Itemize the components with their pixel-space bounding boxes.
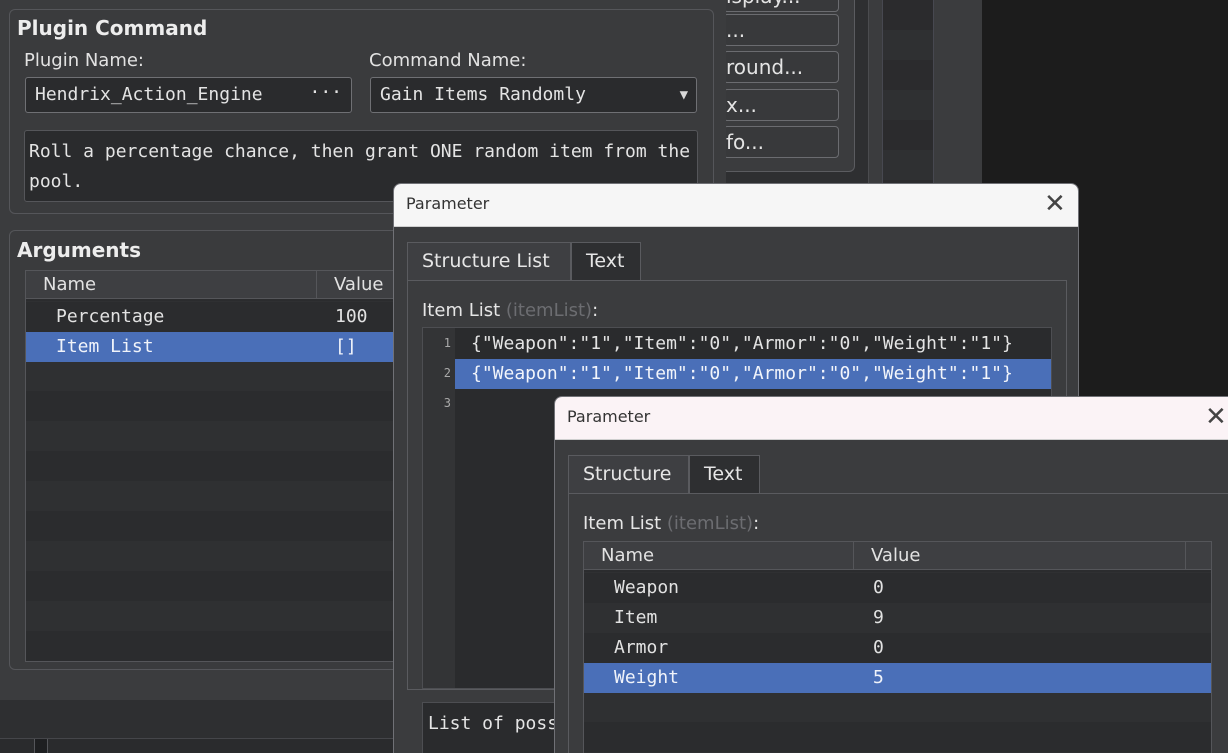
item-list-label: Item List (itemList): — [422, 300, 599, 321]
background-button-1[interactable]: ... — [723, 14, 839, 46]
tab-structure[interactable]: Structure — [568, 455, 689, 494]
column-header-name[interactable]: Name — [26, 271, 317, 299]
close-icon[interactable]: ✕ — [1044, 191, 1066, 217]
plugin-name-value: Hendrix_Action_Engine — [35, 84, 263, 105]
argument-value: [] — [335, 336, 357, 357]
column-header-spacer — [1186, 542, 1211, 570]
command-name-select[interactable]: Gain Items Randomly ▼ — [370, 77, 697, 113]
dialog2-title: Parameter — [567, 407, 651, 426]
browse-ellipsis-icon[interactable]: ··· — [309, 76, 342, 110]
plugin-name-field[interactable]: Hendrix_Action_Engine ··· — [25, 77, 352, 113]
dialog2-titlebar: Parameter ✕ — [555, 397, 1228, 440]
code-line-selected[interactable]: {"Weapon":"1","Item":"0","Armor":"0","We… — [455, 359, 1051, 389]
column-header-name[interactable]: Name — [584, 542, 854, 570]
plugin-command-title: Plugin Command — [17, 16, 208, 40]
table-row-selected[interactable]: Weight 5 — [584, 663, 1211, 693]
scrollbar-stub — [34, 739, 48, 753]
command-name-value: Gain Items Randomly — [380, 84, 586, 105]
argument-name: Percentage — [56, 306, 165, 327]
arguments-title: Arguments — [17, 238, 142, 262]
chevron-down-icon: ▼ — [679, 87, 688, 103]
background-command-panel: isplay... ... round... x... fo... — [712, 0, 855, 172]
field-name: Armor — [614, 637, 669, 658]
item-list-label: Item List (itemList): — [583, 513, 760, 534]
column-header-value[interactable]: Value — [854, 542, 1186, 570]
field-value: 0 — [873, 637, 884, 658]
table-row[interactable]: Weapon 0 — [584, 573, 1211, 603]
code-line[interactable]: {"Weapon":"1","Item":"0","Armor":"0","We… — [455, 329, 1051, 359]
line-number: 1 — [443, 336, 451, 350]
table-row[interactable]: Item 9 — [584, 603, 1211, 633]
table-row[interactable]: Armor 0 — [584, 633, 1211, 663]
line-number: 2 — [443, 366, 451, 380]
dialog1-title: Parameter — [406, 194, 490, 213]
background-button-2[interactable]: round... — [723, 51, 839, 83]
line-number: 3 — [443, 396, 451, 410]
background-button-3[interactable]: x... — [723, 89, 839, 121]
field-name: Weapon — [614, 577, 680, 598]
command-name-label: Command Name: — [369, 50, 527, 71]
argument-name: Item List — [56, 336, 154, 357]
argument-value: 100 — [335, 306, 368, 327]
parameter-dialog-structure: Parameter ✕ Structure Text Item List (it… — [554, 396, 1228, 753]
structure-table-header: Name Value — [584, 542, 1211, 570]
field-name: Weight — [614, 667, 680, 688]
field-value: 0 — [873, 577, 884, 598]
tab-text[interactable]: Text — [571, 242, 641, 280]
status-strip — [0, 738, 400, 753]
field-value: 5 — [873, 667, 884, 688]
plugin-name-label: Plugin Name: — [24, 50, 144, 71]
close-icon[interactable]: ✕ — [1205, 404, 1227, 430]
background-button-4[interactable]: fo... — [723, 126, 839, 158]
field-value: 9 — [873, 607, 884, 628]
structure-table[interactable]: Name Value Weapon 0 Item 9 Armor 0 Weigh… — [583, 541, 1212, 753]
dialog1-titlebar: Parameter ✕ — [394, 184, 1078, 227]
line-number-gutter — [423, 328, 455, 688]
background-button-0[interactable]: isplay... — [723, 0, 839, 12]
tab-text[interactable]: Text — [689, 455, 760, 493]
field-name: Item — [614, 607, 658, 628]
tab-structure-list[interactable]: Structure List — [407, 242, 571, 281]
